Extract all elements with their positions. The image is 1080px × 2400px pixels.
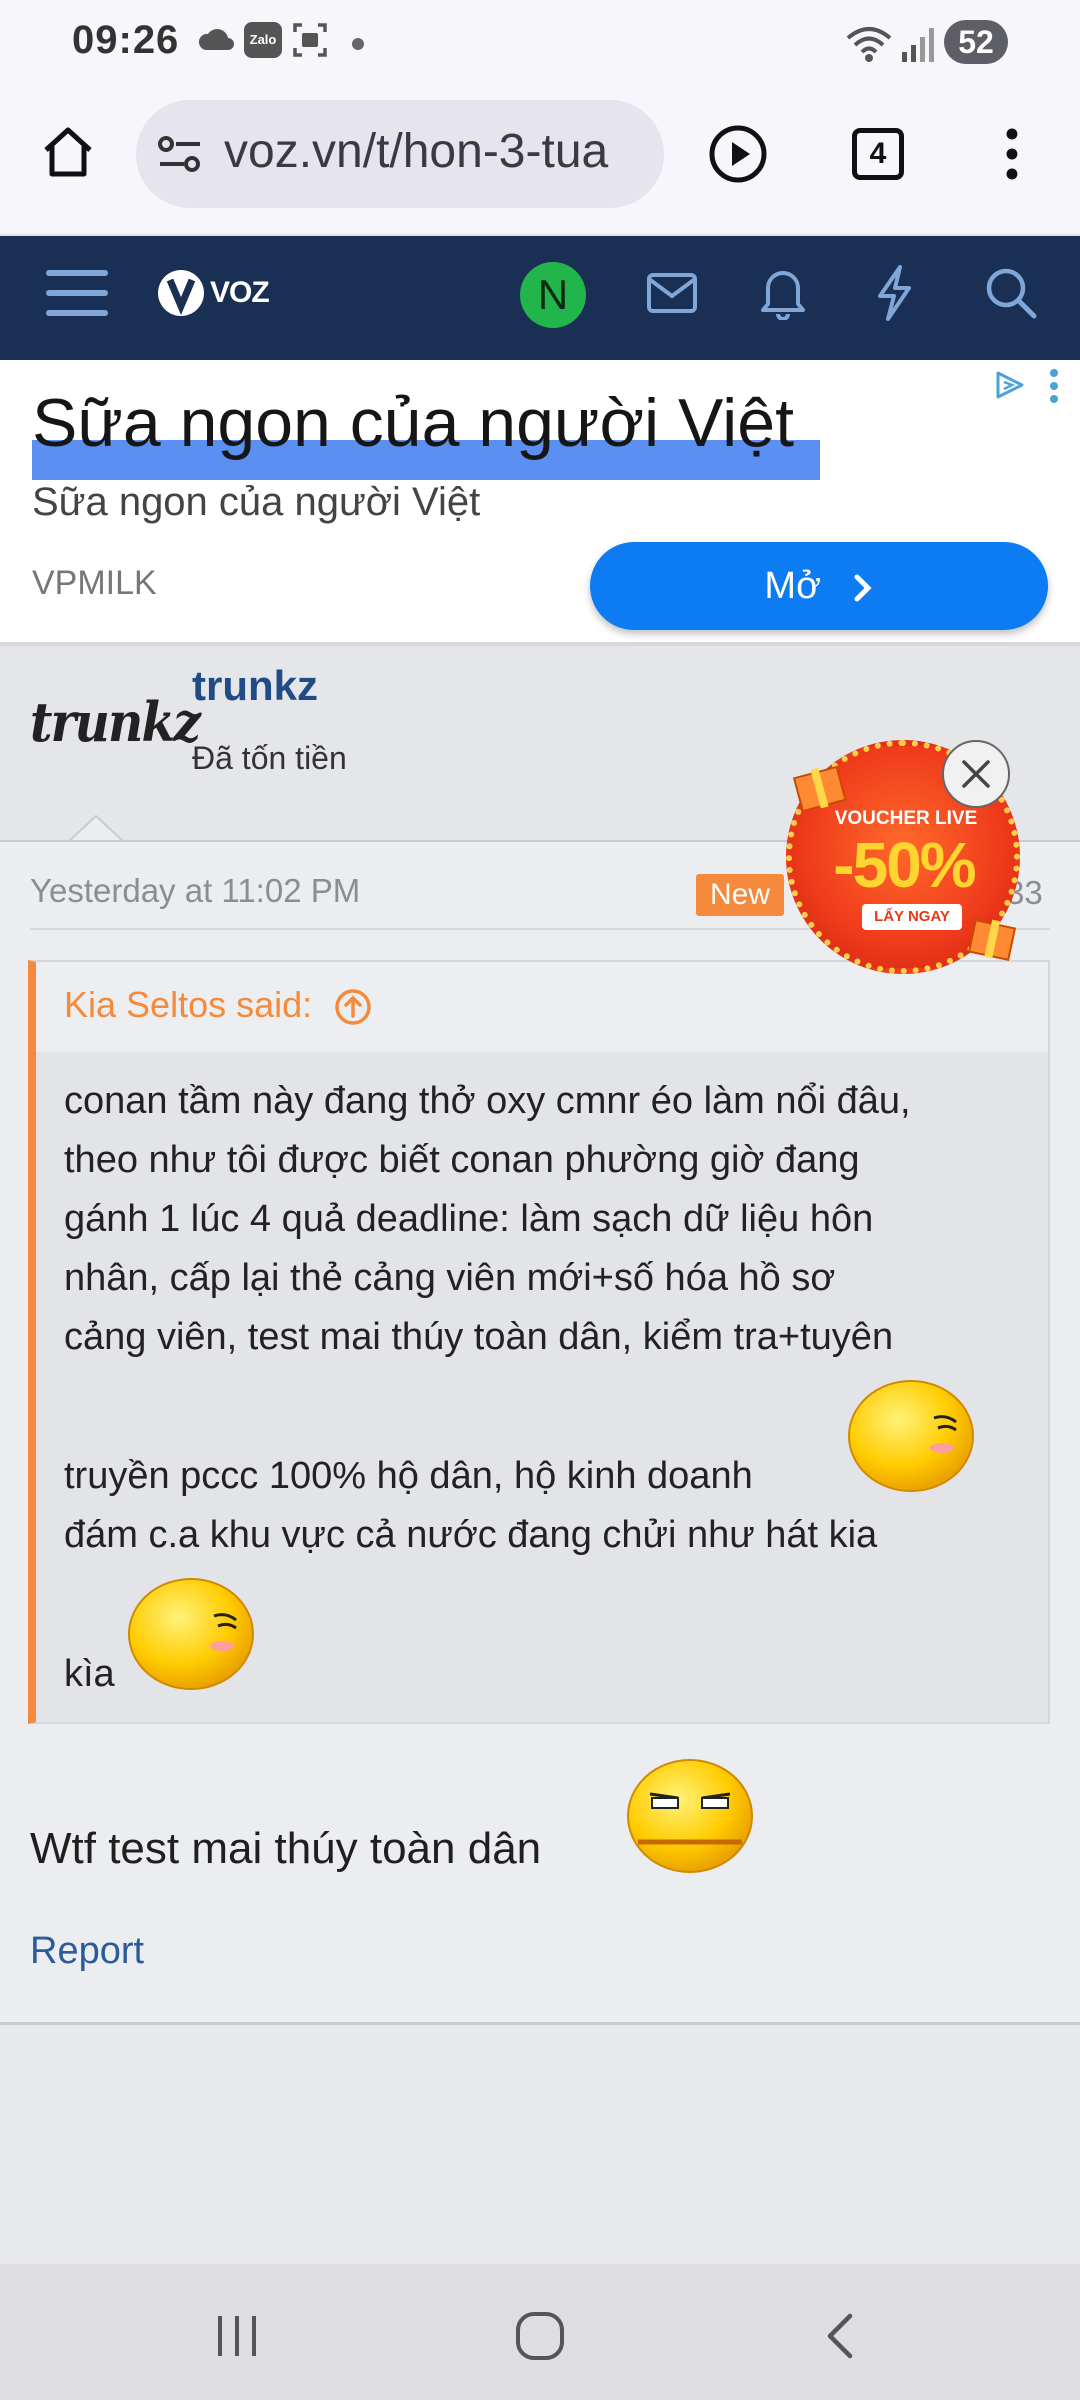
smug-emoji-icon [128, 1578, 254, 1690]
screenshot-icon [293, 23, 327, 57]
ad-headline[interactable]: Sữa ngon của người Việt [32, 384, 794, 462]
voucher-claim-button[interactable]: LẤY NGAY [862, 904, 962, 930]
dot-icon [352, 38, 364, 50]
gift-icon [792, 765, 847, 810]
home-circle-icon[interactable] [514, 2310, 566, 2362]
author-avatar[interactable]: trunkz [30, 690, 201, 754]
quote-line: nhân, cấp lại thẻ cảng viên mới+số hóa h… [64, 1257, 836, 1299]
voucher-close-button[interactable] [942, 740, 1010, 808]
voucher-title: VOUCHER LIVE [834, 808, 978, 829]
close-icon [962, 760, 990, 788]
user-avatar[interactable]: N [520, 262, 586, 328]
status-time: 09:26 [72, 18, 180, 62]
cloud-icon [198, 29, 234, 50]
voz-logo-text: VOZ [210, 276, 270, 309]
quote-line: gánh 1 lúc 4 quả deadline: làm sạch dữ l… [64, 1198, 874, 1240]
page-bottom-area [0, 2025, 1080, 2265]
voz-logo[interactable]: VOZ [156, 268, 270, 318]
url-text[interactable]: voz.vn/t/hon-3-tua [224, 124, 644, 179]
quote-author[interactable]: Kia Seltos said: [64, 984, 372, 1026]
ad-open-label: Mở [764, 565, 821, 607]
ad-headline-container: Sữa ngon của người Việt [32, 384, 820, 480]
mail-icon[interactable] [646, 272, 698, 314]
annoyed-emoji-icon [627, 1759, 753, 1873]
site-settings-icon[interactable] [156, 132, 204, 176]
quote-line: cảng viên, test mai thúy toàn dân, kiểm … [64, 1316, 894, 1358]
chevron-right-icon [854, 574, 872, 602]
more-icon[interactable] [1000, 124, 1024, 184]
quote-author-label: Kia Seltos said: [64, 984, 313, 1025]
arrow-up-circle-icon[interactable] [334, 988, 372, 1026]
new-badge: New [696, 874, 784, 916]
voucher-percent: -50% [833, 829, 976, 901]
quote-line: conan tầm này đang thở oxy cmnr éo làm n… [64, 1080, 911, 1122]
battery-indicator: 52 [944, 20, 1008, 64]
bell-icon[interactable] [760, 266, 806, 320]
gift-icon [967, 919, 1017, 961]
zalo-icon: Zalo [244, 22, 282, 58]
ad-more-icon[interactable] [1048, 368, 1060, 404]
search-icon[interactable] [984, 266, 1038, 320]
quote-line: theo như tôi được biết conan phường giờ … [64, 1139, 860, 1181]
tabs-icon[interactable]: 4 [852, 128, 904, 180]
post-user-title: Đã tốn tiền [192, 740, 347, 776]
ad-open-button[interactable]: Mở [590, 542, 1048, 630]
ad-subtitle: Sữa ngon của người Việt [32, 480, 481, 524]
menu-icon[interactable] [46, 266, 108, 320]
quote-line: đám c.a khu vực cả nước đang chửi như há… [64, 1514, 878, 1556]
voz-logo-icon [158, 270, 204, 316]
wifi-icon [846, 27, 892, 62]
lightning-icon[interactable] [874, 264, 914, 322]
adchoices-icon[interactable] [994, 370, 1026, 400]
recents-icon[interactable] [212, 2312, 262, 2360]
arrow-pointer-icon [68, 814, 124, 842]
post-date[interactable]: Yesterday at 11:02 PM [30, 872, 360, 910]
ad-brand: VPMILK [32, 564, 157, 602]
post-username[interactable]: trunkz [192, 662, 318, 710]
report-link[interactable]: Report [30, 1930, 144, 1973]
signal-icon [902, 28, 934, 62]
post-message: Wtf test mai thúy toàn dân [30, 1824, 542, 1873]
home-icon[interactable] [40, 124, 96, 180]
smug-emoji-icon [848, 1380, 974, 1492]
back-icon[interactable] [822, 2310, 858, 2362]
play-icon[interactable] [708, 124, 768, 184]
